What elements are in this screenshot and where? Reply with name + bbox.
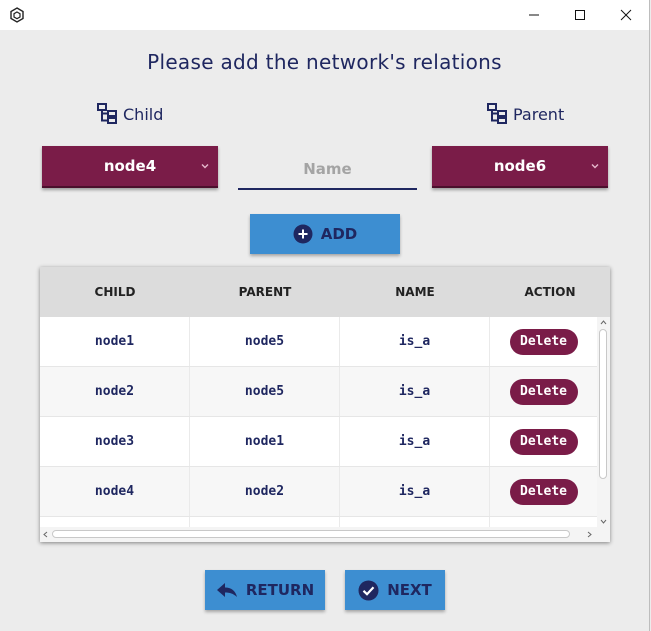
table-row[interactable]: node2 node5 is_a Delete: [40, 367, 597, 417]
delete-button[interactable]: Delete: [509, 478, 578, 505]
check-circle-icon: [358, 580, 379, 600]
cell-action: Delete: [490, 367, 597, 416]
return-button-label: RETURN: [245, 581, 315, 599]
cell-name: is_a: [340, 367, 490, 416]
vertical-scrollbar[interactable]: [597, 317, 610, 527]
add-button[interactable]: ADD: [250, 214, 400, 254]
app-window: Please add the network's relations Child…: [0, 0, 650, 631]
cell-child: node3: [40, 417, 190, 466]
column-header-name[interactable]: NAME: [340, 267, 490, 317]
child-label-text: Child: [123, 104, 164, 124]
table-header: CHILD PARENT NAME ACTION: [40, 267, 610, 317]
table-body: node1 node5 is_a Delete node2 node5 is_a…: [40, 317, 597, 527]
horizontal-scrollbar[interactable]: [40, 527, 597, 542]
cell-name: is_a: [340, 467, 490, 516]
parent-label-text: Parent: [513, 104, 565, 124]
chevron-up-icon[interactable]: [600, 319, 607, 326]
cell-action: Delete: [490, 417, 597, 466]
relations-table: CHILD PARENT NAME ACTION node1 node5 is_…: [40, 267, 610, 542]
maximize-button[interactable]: [557, 0, 603, 30]
close-button[interactable]: [603, 0, 649, 30]
next-button[interactable]: NEXT: [345, 570, 445, 610]
vertical-scroll-thumb[interactable]: [599, 329, 607, 479]
cell-parent: node1: [190, 417, 340, 466]
chevron-down-icon: [591, 164, 599, 169]
cell-action: Delete: [490, 467, 597, 516]
chevron-left-icon[interactable]: [42, 531, 49, 538]
app-icon: [10, 7, 24, 23]
delete-button[interactable]: Delete: [509, 328, 578, 355]
cell-action: [490, 517, 597, 527]
delete-button[interactable]: Delete: [509, 378, 578, 405]
cell-name: is_a: [340, 317, 490, 366]
next-button-label: NEXT: [387, 581, 432, 599]
cell-parent: node5: [190, 367, 340, 416]
cell-child: node4: [40, 467, 190, 516]
maximize-icon: [575, 10, 585, 20]
title-bar: [0, 0, 649, 30]
cell-child: node1: [40, 317, 190, 366]
cell-parent: node2: [190, 467, 340, 516]
cell-name: is_a: [340, 417, 490, 466]
table-row[interactable]: node4 node2 is_a Delete: [40, 467, 597, 517]
chevron-down-icon[interactable]: [600, 518, 607, 525]
page-title: Please add the network's relations: [147, 50, 502, 74]
cell-child: node2: [40, 367, 190, 416]
column-header-parent[interactable]: PARENT: [190, 267, 340, 317]
close-icon: [620, 9, 632, 21]
horizontal-scroll-thumb[interactable]: [52, 530, 570, 538]
cell-action: Delete: [490, 317, 597, 366]
name-input[interactable]: [238, 150, 417, 190]
chevron-right-icon[interactable]: [586, 531, 593, 538]
child-select[interactable]: node4: [42, 146, 218, 188]
cell-parent: node5: [190, 317, 340, 366]
table-row[interactable]: node3 node1 is_a Delete: [40, 417, 597, 467]
hierarchy-icon: [487, 103, 507, 124]
hierarchy-icon: [97, 103, 117, 124]
child-select-value: node4: [103, 157, 157, 175]
cell-parent: [190, 517, 340, 527]
cell-child: [40, 517, 190, 527]
minimize-button[interactable]: [511, 0, 557, 30]
column-header-child[interactable]: CHILD: [40, 267, 190, 317]
table-row[interactable]: [40, 517, 597, 527]
parent-select-value: node6: [493, 157, 547, 175]
scrollbar-corner: [597, 527, 610, 542]
parent-label: Parent: [487, 102, 564, 126]
add-button-label: ADD: [320, 225, 358, 243]
chevron-down-icon: [201, 164, 209, 169]
minimize-icon: [529, 14, 539, 16]
delete-button[interactable]: Delete: [509, 428, 578, 455]
parent-select[interactable]: node6: [432, 146, 608, 188]
column-header-action[interactable]: ACTION: [490, 267, 610, 317]
back-arrow-icon: [216, 583, 237, 597]
table-row[interactable]: node1 node5 is_a Delete: [40, 317, 597, 367]
child-label: Child: [97, 102, 163, 126]
plus-circle-icon: [293, 224, 313, 244]
return-button[interactable]: RETURN: [205, 570, 325, 610]
cell-name: [340, 517, 490, 527]
